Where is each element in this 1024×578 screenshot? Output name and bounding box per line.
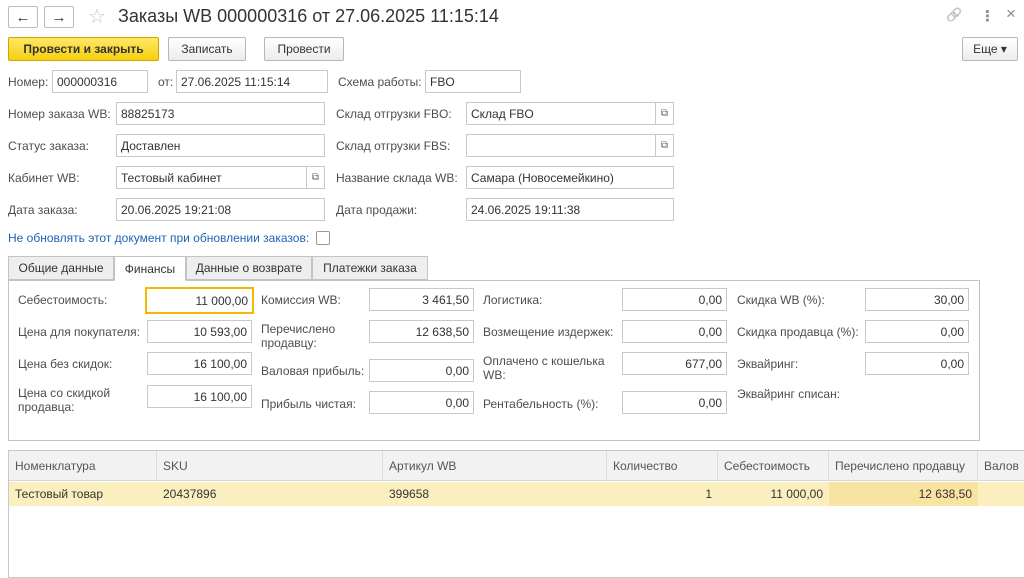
save-button[interactable]: Записать xyxy=(168,37,246,61)
forward-button[interactable]: → xyxy=(44,6,74,28)
status-label: Статус заказа: xyxy=(8,139,90,153)
column-header[interactable]: Артикул WB xyxy=(383,451,607,481)
column-header[interactable]: Валов xyxy=(978,451,1024,481)
from-label: от: xyxy=(158,75,174,89)
column-header[interactable]: Себестоимость xyxy=(718,451,829,481)
arrow-left-icon: ← xyxy=(15,8,31,26)
table-cell: Тестовый товар xyxy=(15,487,104,501)
cost-label: Себестоимость: xyxy=(18,293,108,307)
status-field[interactable]: Доставлен xyxy=(116,134,325,157)
buyer-price-field[interactable]: 10 593,00 xyxy=(147,320,252,343)
column-header[interactable]: Перечислено продавцу xyxy=(829,451,978,481)
seller-discount-price-field[interactable]: 16 100,00 xyxy=(147,385,252,408)
seller-discount-label: Скидка продавца (%): xyxy=(737,325,859,339)
cabinet-field[interactable]: Тестовый кабинет xyxy=(116,166,307,189)
date-field[interactable]: 27.06.2025 11:15:14 xyxy=(176,70,328,93)
order-wb-label: Номер заказа WB: xyxy=(8,107,111,121)
reimbursement-label: Возмещение издержек: xyxy=(483,325,614,339)
table-row[interactable]: Тестовый товар 20437896 399658 1 11 000,… xyxy=(9,482,1024,506)
table-cell: 12 638,50 xyxy=(829,482,978,506)
fbs-label: Склад отгрузки FBS: xyxy=(336,139,451,153)
fbs-field[interactable] xyxy=(466,134,656,157)
wb-discount-field[interactable]: 30,00 xyxy=(865,288,969,311)
page-title: Заказы WB 000000316 от 27.06.2025 11:15:… xyxy=(118,6,499,26)
tab-return-data[interactable]: Данные о возврате xyxy=(186,256,312,280)
table-cell xyxy=(978,482,1024,506)
scheme-field[interactable]: FBO xyxy=(425,70,521,93)
net-profit-field[interactable]: 0,00 xyxy=(369,391,474,414)
logistics-label: Логистика: xyxy=(483,293,543,307)
net-profit-label: Прибыль чистая: xyxy=(261,397,356,411)
transferred-label: Перечислено продавцу: xyxy=(261,322,336,350)
arrow-right-icon: → xyxy=(51,8,67,26)
table-cell: 1 xyxy=(705,487,712,501)
fbo-field[interactable]: Склад FBO xyxy=(466,102,656,125)
more-button[interactable]: Еще ▾ xyxy=(962,37,1018,61)
back-button[interactable]: ← xyxy=(8,6,38,28)
gross-profit-label: Валовая прибыль: xyxy=(261,364,365,378)
column-header[interactable]: Номенклатура xyxy=(9,451,157,481)
cabinet-label: Кабинет WB: xyxy=(8,171,80,185)
order-date-label: Дата заказа: xyxy=(8,203,78,217)
no-update-checkbox[interactable] xyxy=(316,231,330,245)
column-header[interactable]: Количество xyxy=(607,451,718,481)
acquiring-field[interactable]: 0,00 xyxy=(865,352,969,375)
logistics-field[interactable]: 0,00 xyxy=(622,288,727,311)
tab-general[interactable]: Общие данные xyxy=(8,256,114,280)
acquiring-label: Эквайринг: xyxy=(737,357,799,371)
fbs-select-icon[interactable]: ⧉ xyxy=(656,134,674,157)
star-icon[interactable]: ☆ xyxy=(88,4,106,29)
seller-discount-field[interactable]: 0,00 xyxy=(865,320,969,343)
cost-field[interactable]: 11 000,00 xyxy=(145,287,254,314)
acquiring-written-label: Эквайринг списан: xyxy=(737,387,841,401)
scheme-label: Схема работы: xyxy=(338,75,422,89)
document-window: ← → ☆ Заказы WB 000000316 от 27.06.2025 … xyxy=(0,0,1024,578)
reimbursement-field[interactable]: 0,00 xyxy=(622,320,727,343)
sale-date-field[interactable]: 24.06.2025 19:11:38 xyxy=(466,198,674,221)
wallet-paid-label: Оплачено с кошелька WB: xyxy=(483,354,605,382)
tab-order-payments[interactable]: Платежки заказа xyxy=(312,256,428,280)
tab-finance[interactable]: Финансы xyxy=(114,256,186,281)
profitability-label: Рентабельность (%): xyxy=(483,397,599,411)
goods-table: Номенклатура SKU Артикул WB Количество С… xyxy=(8,450,1024,578)
number-field[interactable]: 000000316 xyxy=(52,70,148,93)
transferred-field[interactable]: 12 638,50 xyxy=(369,320,474,343)
wb-discount-label: Скидка WB (%): xyxy=(737,293,825,307)
table-cell: 399658 xyxy=(389,487,430,501)
commission-field[interactable]: 3 461,50 xyxy=(369,288,474,311)
table-cell: 20437896 xyxy=(163,487,217,501)
close-icon[interactable]: × xyxy=(1006,4,1016,24)
fbo-label: Склад отгрузки FBO: xyxy=(336,107,452,121)
commission-label: Комиссия WB: xyxy=(261,293,341,307)
more-actions-icon[interactable]: ⋮ xyxy=(980,7,995,25)
cabinet-select-icon[interactable]: ⧉ xyxy=(307,166,325,189)
no-update-label[interactable]: Не обновлять этот документ при обновлени… xyxy=(8,231,309,245)
order-date-field[interactable]: 20.06.2025 19:21:08 xyxy=(116,198,325,221)
post-button[interactable]: Провести xyxy=(264,37,344,61)
warehouse-name-label: Название склада WB: xyxy=(336,171,458,185)
table-header: Номенклатура SKU Артикул WB Количество С… xyxy=(9,451,1024,481)
fbo-select-icon[interactable]: ⧉ xyxy=(656,102,674,125)
seller-discount-price-label: Цена со скидкой продавца: xyxy=(18,386,111,414)
wallet-paid-field[interactable]: 677,00 xyxy=(622,352,727,375)
profitability-field[interactable]: 0,00 xyxy=(622,391,727,414)
buyer-price-label: Цена для покупателя: xyxy=(18,325,140,339)
no-discount-price-field[interactable]: 16 100,00 xyxy=(147,352,252,375)
column-header[interactable]: SKU xyxy=(157,451,383,481)
no-discount-price-label: Цена без скидок: xyxy=(18,357,113,371)
gross-profit-field[interactable]: 0,00 xyxy=(369,359,474,382)
warehouse-name-field[interactable]: Самара (Новосемейкино) xyxy=(466,166,674,189)
link-icon[interactable]: 🔗 xyxy=(946,7,962,23)
sale-date-label: Дата продажи: xyxy=(336,203,418,217)
number-label: Номер: xyxy=(8,75,49,89)
order-wb-field[interactable]: 88825173 xyxy=(116,102,325,125)
post-and-close-button[interactable]: Провести и закрыть xyxy=(8,37,159,61)
table-cell: 11 000,00 xyxy=(770,487,824,501)
